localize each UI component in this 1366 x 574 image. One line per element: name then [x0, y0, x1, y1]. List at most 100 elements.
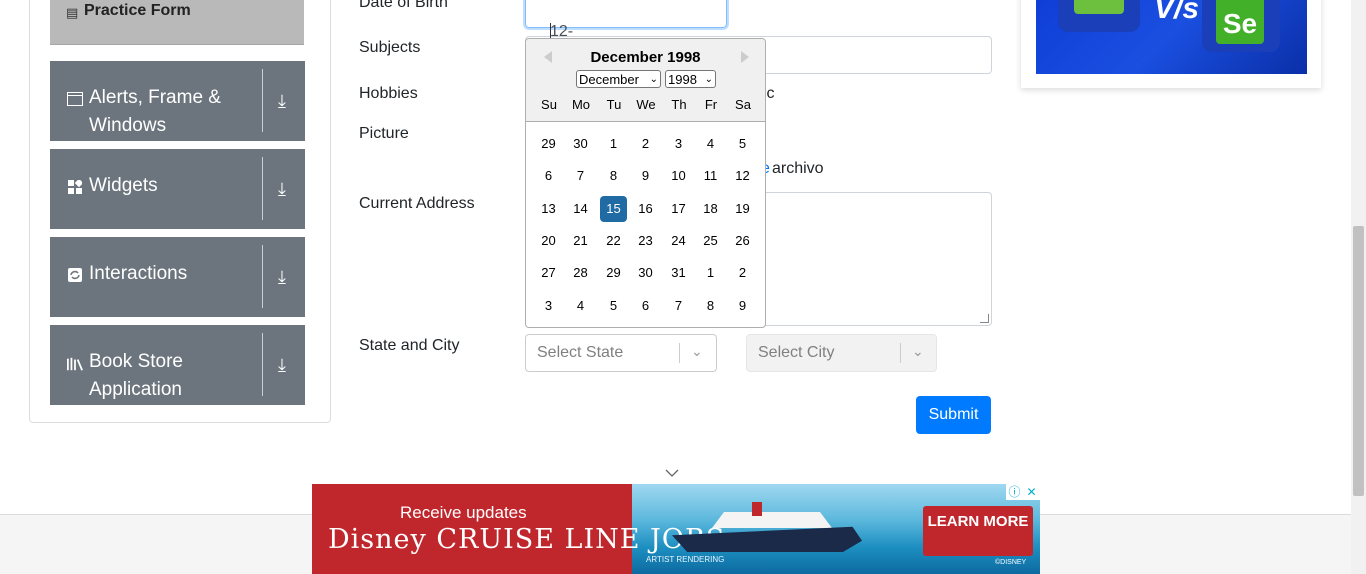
- day-cell[interactable]: 14: [567, 196, 594, 222]
- day-cell[interactable]: 7: [567, 163, 594, 189]
- scrollbar-thumb[interactable]: [1353, 226, 1364, 496]
- sidebar-item-practice-form[interactable]: ▤ Practice Form: [50, 0, 304, 45]
- download-arrow-icon[interactable]: ⤓: [278, 355, 286, 376]
- day-cell[interactable]: 5: [600, 293, 627, 319]
- state-select[interactable]: Select State ⌄: [525, 334, 717, 372]
- day-cell[interactable]: 3: [535, 293, 562, 319]
- day-cell[interactable]: 8: [697, 293, 724, 319]
- sidebar-group-label: Widgets: [89, 175, 158, 196]
- html-icon: ▤: [66, 5, 79, 20]
- weekday-label: Sa: [735, 97, 751, 112]
- weekday-label: We: [636, 97, 656, 112]
- day-cell[interactable]: 10: [665, 163, 692, 189]
- file-status-partial: archivo: [772, 160, 824, 177]
- learn-more-button[interactable]: LEARN MORE: [923, 506, 1033, 556]
- sidebar-group-label: Book Store Application: [89, 351, 183, 400]
- weekday-label: Mo: [571, 97, 591, 112]
- day-cell[interactable]: 3: [665, 131, 692, 157]
- day-cell[interactable]: 12: [729, 163, 756, 189]
- ad-vs-text: V/s: [1154, 0, 1200, 25]
- day-cell[interactable]: 2: [632, 131, 659, 157]
- day-cell[interactable]: 6: [632, 293, 659, 319]
- datepicker-header: December 1998 December ⌄ 1998 ⌄ Su Mo Tu We Th…: [526, 39, 765, 122]
- interactions-icon: [67, 267, 83, 283]
- label-state-city: State and City: [359, 337, 460, 354]
- month-select[interactable]: December ⌄: [576, 70, 661, 88]
- sidebar-group-label: Alerts, Frame & Windows: [89, 87, 221, 136]
- label-picture: Picture: [359, 125, 409, 142]
- download-arrow-icon[interactable]: ⤓: [278, 91, 286, 112]
- download-arrow-icon[interactable]: ⤓: [278, 267, 286, 288]
- window-icon: [67, 91, 83, 107]
- day-cell[interactable]: 8: [600, 163, 627, 189]
- day-cell[interactable]: 9: [729, 293, 756, 319]
- resize-handle[interactable]: [980, 314, 989, 323]
- sidebar-group-widgets[interactable]: Widgets ⤓: [50, 149, 305, 229]
- day-cell[interactable]: 7: [665, 293, 692, 319]
- day-cell[interactable]: 26: [729, 228, 756, 254]
- label-dob: Date of Birth: [359, 0, 448, 11]
- day-cell[interactable]: 17: [665, 196, 692, 222]
- day-cell[interactable]: 28: [567, 260, 594, 286]
- day-cell[interactable]: 4: [697, 131, 724, 157]
- submit-button[interactable]: Submit: [916, 396, 991, 434]
- day-cell[interactable]: 22: [600, 228, 627, 254]
- ad-image[interactable]: Se V/s: [1036, 0, 1307, 74]
- datepicker-popup: December 1998 December ⌄ 1998 ⌄ Su Mo Tu We Th…: [525, 38, 766, 328]
- day-cell[interactable]: 30: [567, 131, 594, 157]
- day-cell[interactable]: 19: [729, 196, 756, 222]
- label-current-address: Current Address: [359, 195, 475, 212]
- day-cell[interactable]: 9: [632, 163, 659, 189]
- sidebar-group-bookstore[interactable]: Book Store Application ⤓: [50, 325, 305, 405]
- weekday-label: Tu: [606, 97, 622, 112]
- chevron-down-icon: ⌄: [912, 343, 924, 359]
- day-cell[interactable]: 23: [632, 228, 659, 254]
- day-cell[interactable]: 31: [665, 260, 692, 286]
- state-placeholder: Select State: [537, 344, 624, 361]
- day-cell[interactable]: 6: [535, 163, 562, 189]
- chevron-down-icon: ⌄: [704, 73, 713, 85]
- day-cell[interactable]: 1: [600, 131, 627, 157]
- sidebar-group-label: Interactions: [89, 263, 188, 284]
- day-cell[interactable]: 13: [535, 196, 562, 222]
- day-cell[interactable]: 30: [632, 260, 659, 286]
- day-cell[interactable]: 29: [535, 131, 562, 157]
- download-arrow-icon[interactable]: ⤓: [278, 179, 286, 200]
- day-cell[interactable]: 16: [632, 196, 659, 222]
- chevron-down-icon: ⌄: [691, 343, 703, 359]
- year-select[interactable]: 1998 ⌄: [665, 70, 716, 88]
- weekday-label: Th: [671, 97, 687, 112]
- banner-artist-note: ARTIST RENDERING: [646, 555, 725, 564]
- ad-choices[interactable]: ⓘ ✕: [1006, 484, 1040, 500]
- day-cell[interactable]: 25: [697, 228, 724, 254]
- sidebar-group-interactions[interactable]: Interactions ⤓: [50, 237, 305, 317]
- banner-line1: Receive updates: [400, 503, 527, 522]
- weekday-label: Su: [541, 97, 557, 112]
- label-subjects: Subjects: [359, 39, 421, 56]
- next-month-icon[interactable]: [741, 51, 749, 63]
- city-placeholder: Select City: [758, 344, 835, 361]
- day-cell[interactable]: 5: [729, 131, 756, 157]
- info-icon[interactable]: ⓘ: [1006, 484, 1023, 500]
- day-cell[interactable]: 2: [729, 260, 756, 286]
- day-cell[interactable]: 11: [697, 163, 724, 189]
- banner-line2: Disney CRUISE LINE JOBS: [328, 524, 726, 555]
- day-cell[interactable]: 21: [567, 228, 594, 254]
- bottom-banner-ad[interactable]: Receive updates Disney CRUISE LINE JOBS …: [312, 484, 1040, 574]
- day-cell[interactable]: 20: [535, 228, 562, 254]
- city-select[interactable]: Select City ⌄: [746, 334, 937, 372]
- date-of-birth-input[interactable]: 12-15-1998: [525, 0, 727, 76]
- chevron-down-icon: ⌄: [649, 73, 658, 85]
- day-cell[interactable]: 29: [600, 260, 627, 286]
- chevron-down-icon[interactable]: [665, 464, 679, 480]
- day-cell-selected[interactable]: 15: [600, 196, 627, 222]
- label-hobbies: Hobbies: [359, 85, 418, 102]
- sidebar-group-alerts[interactable]: Alerts, Frame & Windows ⤓: [50, 61, 305, 141]
- day-cell[interactable]: 4: [567, 293, 594, 319]
- day-cell[interactable]: 1: [697, 260, 724, 286]
- day-cell[interactable]: 24: [665, 228, 692, 254]
- banner-copyright: ©DISNEY: [995, 559, 1027, 566]
- close-icon[interactable]: ✕: [1023, 484, 1040, 500]
- day-cell[interactable]: 27: [535, 260, 562, 286]
- day-cell[interactable]: 18: [697, 196, 724, 222]
